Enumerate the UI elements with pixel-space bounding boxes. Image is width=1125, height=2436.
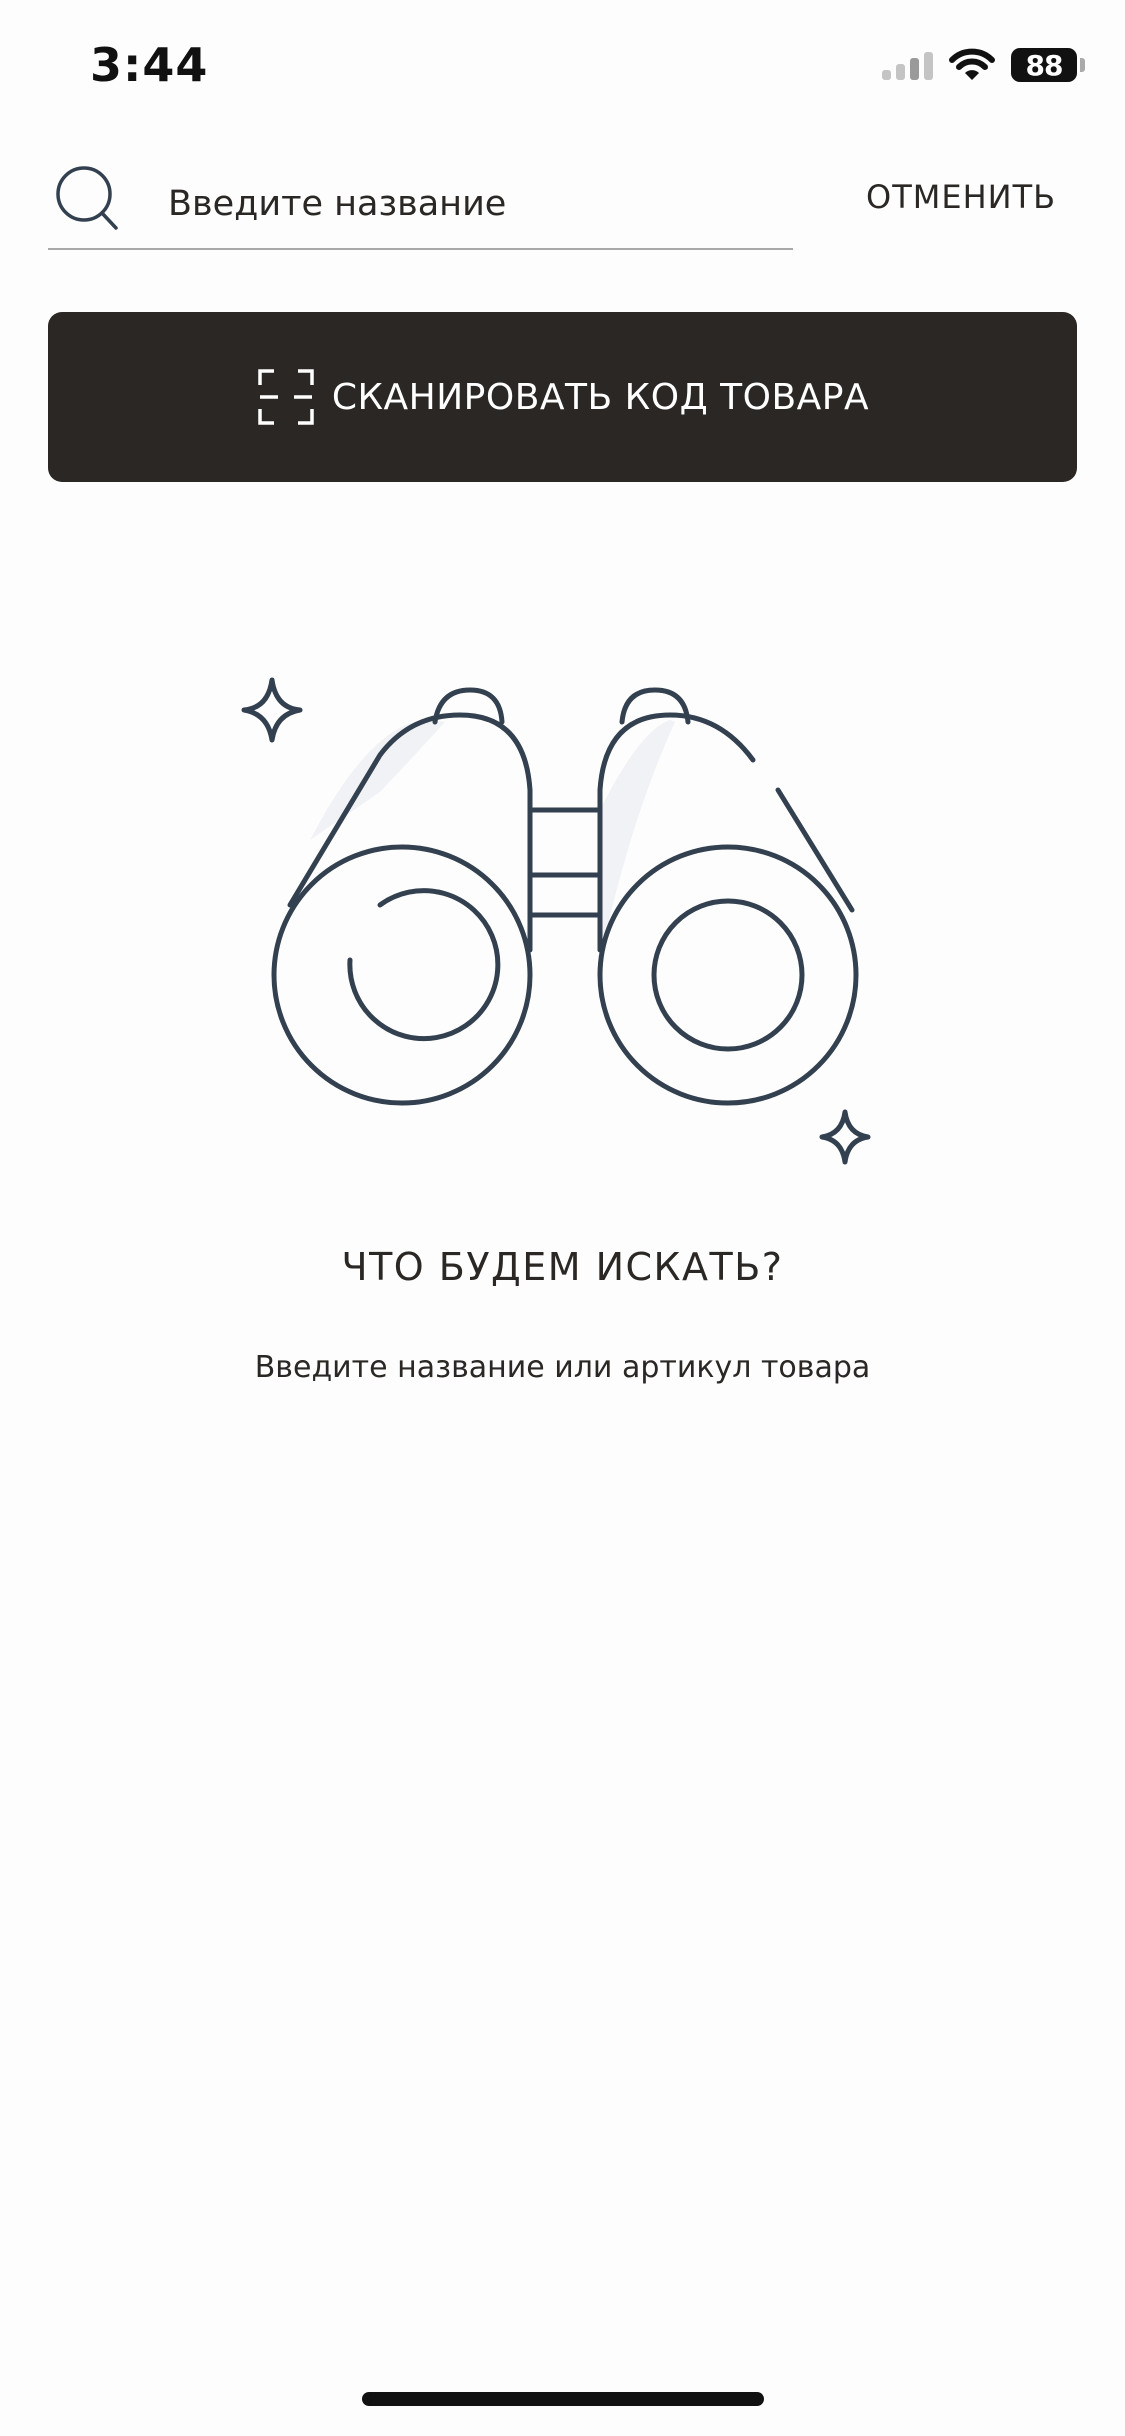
scan-button-label: СКАНИРОВАТЬ КОД ТОВАРА	[331, 376, 870, 418]
search-bar[interactable]	[48, 160, 793, 250]
home-indicator[interactable]	[362, 2392, 764, 2406]
status-bar: 3:44 88	[0, 0, 1125, 140]
scan-barcode-button[interactable]: СКАНИРОВАТЬ КОД ТОВАРА	[48, 312, 1077, 482]
search-input[interactable]	[168, 174, 768, 234]
status-icons: 88	[882, 48, 1085, 82]
empty-state-subtitle: Введите название или артикул товара	[254, 1350, 871, 1385]
wifi-icon	[949, 48, 995, 80]
battery-icon: 88	[1011, 48, 1085, 82]
empty-state-title: ЧТО БУДЕМ ИСКАТЬ?	[341, 1245, 784, 1289]
search-icon	[56, 166, 118, 230]
binoculars-icon	[241, 677, 871, 1165]
cancel-button[interactable]: ОТМЕНИТЬ	[866, 178, 1056, 216]
scan-frame-icon	[258, 369, 314, 425]
cellular-signal-icon	[882, 50, 933, 80]
battery-level: 88	[1011, 48, 1077, 82]
status-time: 3:44	[90, 38, 209, 92]
sparkle-icon	[241, 677, 303, 743]
sparkle-icon	[819, 1109, 871, 1165]
